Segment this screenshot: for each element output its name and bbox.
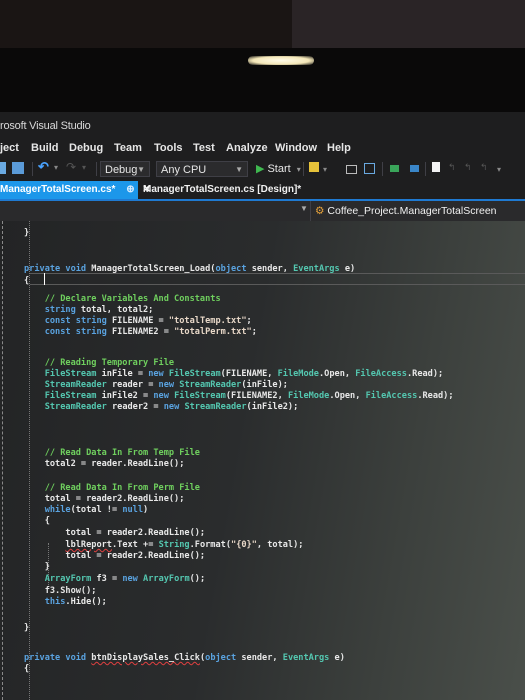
code-line: // Reading Temporary File [44,358,175,368]
uncomment-icon[interactable] [410,165,419,172]
chevron-down-icon: ▼ [235,165,243,174]
code-line: } [24,228,30,238]
code-line: } [24,623,30,633]
code-line: private void ManagerTotalScreen_Load(obj… [24,264,356,274]
code-line: this.Hide(); [44,597,107,607]
prev-bookmark-icon[interactable]: ↰ [448,162,460,174]
find-in-files-icon[interactable] [309,162,319,172]
text-caret [44,273,45,285]
overflow-icon[interactable]: ▾ [497,165,509,177]
start-label: Start [267,163,291,175]
undo-icon[interactable]: ↶ [38,159,50,174]
tab-managertotalscreen-cs[interactable]: ManagerTotalScreen.cs* ⊕ ✕ [0,181,151,199]
code-line: } [24,562,50,572]
menu-tools[interactable]: Tools [154,142,183,154]
clear-bookmark-icon[interactable]: ↰ [480,162,492,174]
code-line: total = reader2.ReadLine(); [24,551,206,561]
code-line: while(total != null) [44,505,149,515]
solution-config-dropdown[interactable]: Debug ▼ [100,161,150,177]
code-line: total2 = reader.ReadLine(); [24,459,185,469]
toolbar-separator [96,162,97,176]
navigation-bar: ▼ ⚙ Coffee_Project.ManagerTotalScreen [0,201,525,221]
toolbar-separator [303,162,304,176]
code-line: { [24,664,30,674]
current-line-highlight [30,273,525,285]
code-line: // Read Data In From Perm File [44,483,200,493]
comment-icon[interactable] [390,165,399,172]
menu-team[interactable]: Team [114,142,142,154]
code-line: ArrayForm f3 = new ArrayForm(); [44,574,206,584]
chevron-down-icon[interactable]: ▼ [300,204,308,213]
tab-managertotalscreen-design[interactable]: ManagerTotalScreen.cs [Design]* [143,181,301,199]
code-line: FileStream inFile = new FileStream(FILEN… [44,369,444,379]
code-line: private void btnDisplaySales_Click(objec… [24,653,345,663]
code-line: // Read Data In From Temp File [44,448,200,458]
tab-label: ManagerTotalScreen.cs* [0,184,116,195]
code-line: total = reader2.ReadLine(); [24,528,206,538]
toolbar-separator [382,162,383,176]
toolbar-separator [32,162,33,176]
format-icon[interactable] [364,163,375,174]
code-editor[interactable]: } private void ManagerTotalScreen_Load(ob… [0,221,525,700]
pin-icon[interactable]: ⊕ [126,184,134,195]
platform-dropdown[interactable]: Any CPU ▼ [156,161,248,177]
visual-studio-window: rosoft Visual Studio ject Build Debug Te… [0,112,525,700]
solution-config-value: Debug [105,164,138,176]
document-tabs: ManagerTotalScreen.cs* ⊕ ✕ ManagerTotalS… [0,181,525,201]
code-line: { [24,516,50,526]
menu-analyze[interactable]: Analyze [226,142,268,154]
toolbar-separator [425,162,426,176]
standard-toolbar: ↶ ▾ ↷ ▾ Debug ▼ Any CPU ▼ ▶ Start ▾ ▾ ↰ ↰… [0,159,525,179]
menu-test[interactable]: Test [193,142,215,154]
play-icon: ▶ [256,163,265,175]
code-line: StreamReader reader2 = new StreamReader(… [44,402,299,412]
next-bookmark-icon[interactable]: ↰ [464,162,476,174]
menu-project[interactable]: ject [0,142,19,154]
code-line: StreamReader reader = new StreamReader(i… [44,380,288,390]
class-dropdown[interactable]: ⚙ Coffee_Project.ManagerTotalScreen [310,201,497,221]
overflow-icon[interactable]: ▾ [323,165,335,177]
code-line: total = reader2.ReadLine(); [24,494,185,504]
step-icon[interactable] [346,165,357,174]
platform-value: Any CPU [161,164,207,176]
save-icon[interactable] [0,162,6,174]
code-line: f3.Show(); [24,586,97,596]
menu-window[interactable]: Window [275,142,317,154]
redo-icon[interactable]: ↷ [66,160,78,174]
class-icon: ⚙ [315,205,325,217]
code-line: FileStream inFile2 = new FileStream(FILE… [44,391,454,401]
bookmark-icon[interactable] [432,162,440,172]
window-title: rosoft Visual Studio [0,120,91,132]
save-all-icon[interactable] [12,162,24,174]
code-line: const string FILENAME = "totalTemp.txt"; [44,316,252,326]
code-line: string total, total2; [44,305,154,315]
light-reflection [248,56,314,65]
class-path: Coffee_Project.ManagerTotalScreen [327,205,497,217]
redo-dropdown-icon[interactable]: ▾ [82,163,94,175]
code-line: // Declare Variables And Constants [44,294,221,304]
undo-dropdown-icon[interactable]: ▾ [54,163,66,175]
menu-help[interactable]: Help [327,142,351,154]
menu-build[interactable]: Build [31,142,59,154]
start-button[interactable]: ▶ Start ▾ [256,162,301,175]
code-line: lblReport.Text += String.Format("{0}", t… [65,540,304,550]
tab-label: ManagerTotalScreen.cs [Design]* [143,184,302,195]
code-line: const string FILENAME2 = "totalPerm.txt"… [44,327,257,337]
gutter-margin [2,221,3,700]
code-line: { [24,276,30,286]
chevron-down-icon: ▼ [137,165,145,174]
menu-debug[interactable]: Debug [69,142,103,154]
chevron-down-icon: ▾ [296,165,301,174]
